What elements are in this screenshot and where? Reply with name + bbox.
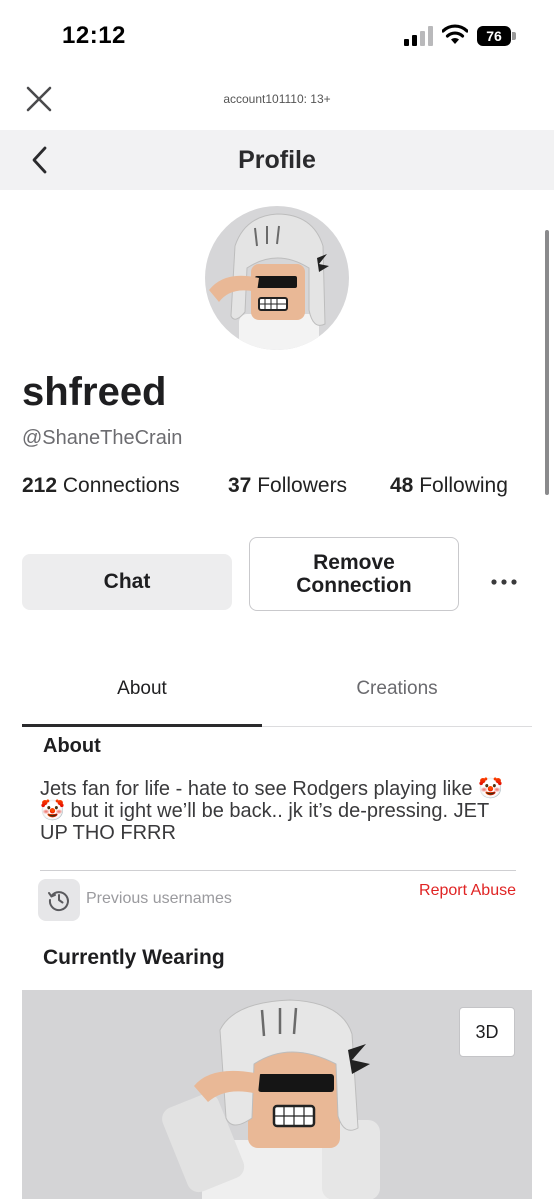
tab-creations[interactable]: Creations [262, 678, 532, 700]
previous-usernames-label[interactable]: Previous usernames [86, 890, 232, 908]
tab-about[interactable]: About [22, 678, 262, 700]
status-bar: 12:12 76 [0, 0, 554, 74]
display-name: shfreed [22, 370, 167, 414]
chat-button[interactable]: Chat [22, 554, 232, 610]
about-description: Jets fan for life - hate to see Rodgers … [40, 778, 503, 844]
avatar-full-image [162, 999, 380, 1199]
about-divider [40, 870, 516, 871]
avatar-image [209, 213, 329, 350]
stat-count: 37 [228, 474, 252, 497]
stat-count: 48 [390, 474, 414, 497]
account-label: account101110: 13+ [223, 92, 331, 106]
stat-followers[interactable]: 37 Followers [228, 474, 347, 498]
header-bar: Profile [0, 130, 554, 190]
wifi-icon [442, 24, 468, 44]
stat-label: Followers [257, 474, 348, 497]
stat-label: Following [419, 474, 508, 497]
about-heading: About [43, 735, 101, 757]
history-icon [48, 891, 69, 912]
view-3d-button[interactable]: 3D [459, 1007, 515, 1057]
avatar-preview[interactable]: 3D [22, 990, 532, 1199]
remove-connection-button[interactable]: Remove Connection [249, 537, 459, 611]
profile-stats: 212 Connections 37 Followers 48 Followin… [22, 474, 532, 502]
status-time: 12:12 [62, 22, 126, 49]
previous-usernames-button[interactable] [38, 879, 80, 921]
stat-connections[interactable]: 212 Connections [22, 474, 180, 498]
active-tab-indicator [22, 724, 262, 727]
username: @ShaneTheCrain [22, 427, 183, 449]
avatar [205, 206, 349, 350]
stat-count: 212 [22, 474, 58, 497]
more-options-icon[interactable] [490, 572, 518, 592]
currently-wearing-heading: Currently Wearing [43, 946, 225, 969]
page-title: Profile [238, 146, 316, 174]
signal-icon [404, 26, 433, 46]
scrollbar[interactable] [545, 230, 549, 495]
report-abuse-link[interactable]: Report Abuse [390, 882, 516, 900]
stat-label: Connections [62, 474, 180, 497]
stat-following[interactable]: 48 Following [390, 474, 508, 498]
battery-level: 76 [477, 26, 511, 46]
battery-icon: 76 [477, 26, 517, 46]
